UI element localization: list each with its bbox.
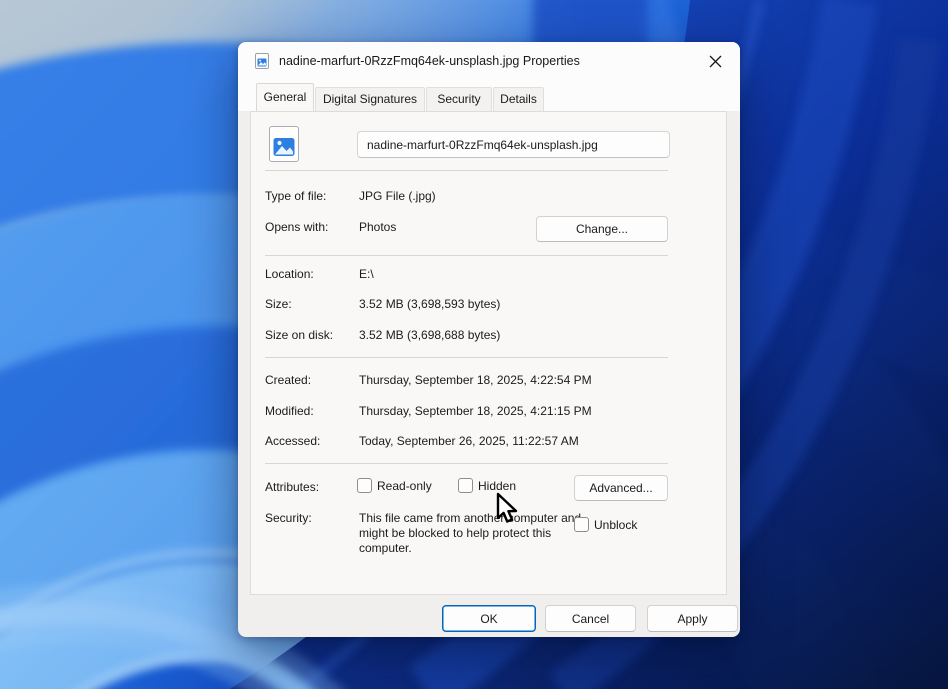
type-of-file-value: JPG File (.jpg): [359, 189, 436, 203]
read-only-checkbox[interactable]: [357, 478, 372, 493]
tab-strip: General Digital Signatures Security Deta…: [238, 80, 740, 111]
accessed-label: Accessed:: [265, 434, 320, 448]
mouse-cursor: [495, 492, 521, 526]
created-value: Thursday, September 18, 2025, 4:22:54 PM: [359, 373, 592, 387]
title-bar[interactable]: nadine-marfurt-0RzzFmq64ek-unsplash.jpg …: [238, 42, 740, 80]
opens-with-label: Opens with:: [265, 220, 328, 234]
tab-security[interactable]: Security: [426, 87, 492, 111]
filename-input[interactable]: [357, 131, 670, 158]
window-title: nadine-marfurt-0RzzFmq64ek-unsplash.jpg …: [279, 54, 580, 68]
security-text: This file came from another computer and…: [359, 511, 587, 556]
size-on-disk-label: Size on disk:: [265, 328, 333, 342]
security-label: Security:: [265, 511, 312, 525]
tab-digital-signatures[interactable]: Digital Signatures: [315, 87, 425, 111]
modified-label: Modified:: [265, 404, 314, 418]
tab-general[interactable]: General: [256, 83, 314, 111]
type-of-file-label: Type of file:: [265, 189, 326, 203]
divider: [265, 357, 668, 358]
attributes-label: Attributes:: [265, 480, 319, 494]
close-button[interactable]: [700, 47, 730, 75]
location-value: E:\: [359, 267, 374, 281]
unblock-label: Unblock: [594, 518, 637, 532]
image-file-icon: [254, 53, 270, 69]
unblock-checkbox-row: Unblock: [574, 517, 637, 532]
opens-with-value: Photos: [359, 220, 396, 234]
hidden-label: Hidden: [478, 479, 516, 493]
tab-details[interactable]: Details: [493, 87, 544, 111]
cancel-button[interactable]: Cancel: [545, 605, 636, 632]
divider: [265, 255, 668, 256]
read-only-label: Read-only: [377, 479, 432, 493]
read-only-checkbox-row: Read-only: [357, 478, 432, 493]
general-tab-page: Type of file: JPG File (.jpg) Opens with…: [250, 111, 727, 595]
size-value: 3.52 MB (3,698,593 bytes): [359, 297, 500, 311]
size-on-disk-value: 3.52 MB (3,698,688 bytes): [359, 328, 500, 342]
accessed-value: Today, September 26, 2025, 11:22:57 AM: [359, 434, 579, 448]
advanced-button[interactable]: Advanced...: [574, 475, 668, 501]
close-icon: [709, 55, 722, 68]
location-label: Location:: [265, 267, 314, 281]
ok-button[interactable]: OK: [442, 605, 536, 632]
image-file-icon-large: [265, 125, 303, 163]
created-label: Created:: [265, 373, 311, 387]
size-label: Size:: [265, 297, 292, 311]
apply-button[interactable]: Apply: [647, 605, 738, 632]
hidden-checkbox-row: Hidden: [458, 478, 516, 493]
divider: [265, 170, 668, 171]
modified-value: Thursday, September 18, 2025, 4:21:15 PM: [359, 404, 592, 418]
unblock-checkbox[interactable]: [574, 517, 589, 532]
properties-dialog: nadine-marfurt-0RzzFmq64ek-unsplash.jpg …: [238, 42, 740, 637]
hidden-checkbox[interactable]: [458, 478, 473, 493]
divider: [265, 463, 668, 464]
change-button[interactable]: Change...: [536, 216, 668, 242]
